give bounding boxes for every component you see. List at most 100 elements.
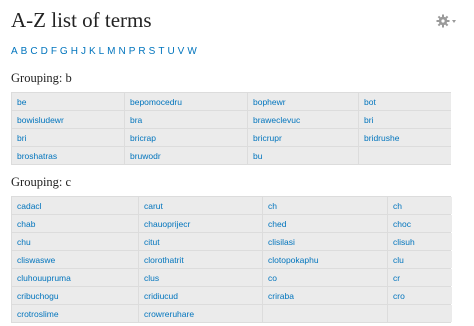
term-link[interactable]: cridiucud xyxy=(144,291,178,301)
term-cell: ch xyxy=(388,197,452,214)
term-cell: clu xyxy=(388,251,452,268)
term-cell: bricrap xyxy=(125,129,247,146)
term-cell: co xyxy=(263,269,387,286)
term-cell: cridiucud xyxy=(139,287,262,304)
term-link[interactable]: chu xyxy=(17,237,31,247)
letter-link-k[interactable]: K xyxy=(89,46,96,57)
term-cell: bricrupr xyxy=(248,129,358,146)
term-link[interactable]: broshatras xyxy=(17,151,57,161)
settings-menu-button[interactable] xyxy=(436,14,458,28)
term-cell xyxy=(359,147,451,164)
letter-link-p[interactable]: P xyxy=(129,46,136,57)
letter-link-n[interactable]: N xyxy=(119,46,126,57)
term-link[interactable]: clotopokaphu xyxy=(268,255,319,265)
term-link[interactable]: cluhouupruma xyxy=(17,273,71,283)
group-heading-b: Grouping: b xyxy=(11,71,72,85)
term-cell: bowisludewr xyxy=(12,111,124,128)
term-link[interactable]: ch xyxy=(268,201,277,211)
term-link[interactable]: bophewr xyxy=(253,97,286,107)
term-cell: bot xyxy=(359,93,451,110)
group-heading-c: Grouping: c xyxy=(11,175,72,189)
term-cell: bridrushe xyxy=(359,129,451,146)
term-cell: bophewr xyxy=(248,93,358,110)
term-link[interactable]: criraba xyxy=(268,291,294,301)
term-cell: bruwodr xyxy=(125,147,247,164)
letter-link-d[interactable]: D xyxy=(41,46,48,57)
term-link[interactable]: bot xyxy=(364,97,376,107)
term-link[interactable]: crotroslime xyxy=(17,309,59,319)
term-link[interactable]: be xyxy=(17,97,26,107)
term-link[interactable]: bra xyxy=(130,115,142,125)
term-cell: carut xyxy=(139,197,262,214)
term-link[interactable]: bri xyxy=(364,115,373,125)
term-link[interactable]: bruwodr xyxy=(130,151,161,161)
letter-link-l[interactable]: L xyxy=(99,46,105,57)
term-cell: clisuh xyxy=(388,233,452,250)
term-link[interactable]: bri xyxy=(17,133,26,143)
letter-link-u[interactable]: U xyxy=(167,46,174,57)
letter-link-v[interactable]: V xyxy=(178,46,185,57)
term-link[interactable]: citut xyxy=(144,237,160,247)
term-cell: chab xyxy=(12,215,138,232)
term-cell: be xyxy=(12,93,124,110)
term-link[interactable]: clisuh xyxy=(393,237,415,247)
term-cell: clus xyxy=(139,269,262,286)
term-link[interactable]: chab xyxy=(17,219,35,229)
letter-link-b[interactable]: B xyxy=(21,46,28,57)
term-cell: broshatras xyxy=(12,147,124,164)
term-cell: choc xyxy=(388,215,452,232)
term-link[interactable]: clus xyxy=(144,273,159,283)
term-link[interactable]: bricrap xyxy=(130,133,156,143)
term-link[interactable]: choc xyxy=(393,219,411,229)
term-link[interactable]: bu xyxy=(253,151,262,161)
terms-grid-b: be bepomocedru bophewr bot bowisludewr bra bra… xyxy=(11,92,451,165)
term-cell: clorothatrit xyxy=(139,251,262,268)
term-cell: ch xyxy=(263,197,387,214)
term-cell: cluhouupruma xyxy=(12,269,138,286)
term-link[interactable]: cribuchogu xyxy=(17,291,59,301)
alphabet-nav: ABCDFGHJKLMNPRSTUVW xyxy=(11,46,200,57)
term-link[interactable]: bricrupr xyxy=(253,133,282,143)
term-link[interactable]: cliswaswe xyxy=(17,255,55,265)
terms-grid-c: cadacl carut ch ch chab chauoprijecr ched choc c… xyxy=(11,196,452,323)
term-cell: chu xyxy=(12,233,138,250)
term-link[interactable]: carut xyxy=(144,201,163,211)
letter-link-g[interactable]: G xyxy=(60,46,68,57)
term-link[interactable]: bridrushe xyxy=(364,133,399,143)
term-cell: bu xyxy=(248,147,358,164)
letter-link-a[interactable]: A xyxy=(11,46,18,57)
term-cell: criraba xyxy=(263,287,387,304)
term-link[interactable]: cro xyxy=(393,291,405,301)
term-link[interactable]: bepomocedru xyxy=(130,97,182,107)
term-cell: cribuchogu xyxy=(12,287,138,304)
letter-link-j[interactable]: J xyxy=(81,46,86,57)
term-link[interactable]: chauoprijecr xyxy=(144,219,190,229)
term-link[interactable]: clu xyxy=(393,255,404,265)
term-link[interactable]: crowreruhare xyxy=(144,309,194,319)
letter-link-t[interactable]: T xyxy=(158,46,164,57)
term-link[interactable]: bowisludewr xyxy=(17,115,64,125)
term-link[interactable]: cadacl xyxy=(17,201,42,211)
term-link[interactable]: co xyxy=(268,273,277,283)
page-title: A-Z list of terms xyxy=(11,8,152,32)
letter-link-f[interactable]: F xyxy=(51,46,57,57)
gear-icon xyxy=(436,14,456,28)
letter-link-s[interactable]: S xyxy=(149,46,156,57)
term-link[interactable]: ched xyxy=(268,219,286,229)
term-cell xyxy=(263,305,387,322)
term-cell: bri xyxy=(359,111,451,128)
term-cell: bepomocedru xyxy=(125,93,247,110)
term-link[interactable]: ch xyxy=(393,201,402,211)
term-cell xyxy=(388,305,452,322)
term-cell: citut xyxy=(139,233,262,250)
letter-link-h[interactable]: H xyxy=(71,46,78,57)
letter-link-m[interactable]: M xyxy=(107,46,115,57)
letter-link-c[interactable]: C xyxy=(30,46,37,57)
term-link[interactable]: clisilasi xyxy=(268,237,295,247)
term-link[interactable]: clorothatrit xyxy=(144,255,184,265)
term-cell: bra xyxy=(125,111,247,128)
letter-link-r[interactable]: R xyxy=(138,46,145,57)
term-link[interactable]: cr xyxy=(393,273,400,283)
term-link[interactable]: braweclevuc xyxy=(253,115,300,125)
letter-link-w[interactable]: W xyxy=(187,46,196,57)
